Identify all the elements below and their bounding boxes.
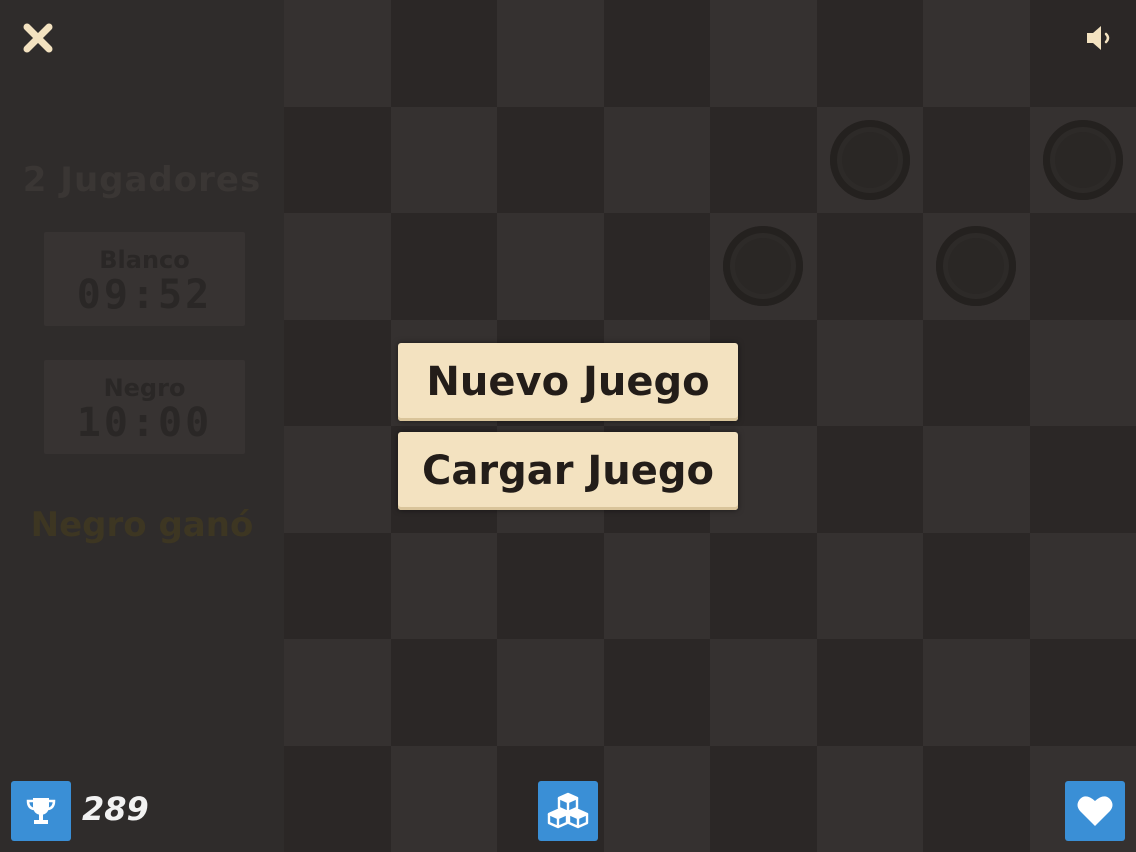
new-game-button[interactable]: Nuevo Juego [398, 343, 738, 421]
board-square[interactable] [390, 532, 497, 639]
board-square[interactable] [284, 213, 391, 320]
board-square[interactable] [603, 106, 710, 213]
board-square[interactable] [284, 745, 391, 852]
board-square[interactable] [284, 106, 391, 213]
board-square[interactable] [1029, 319, 1136, 426]
board-square[interactable] [390, 0, 497, 107]
board-square[interactable] [816, 426, 923, 533]
board-square[interactable] [923, 426, 1030, 533]
checker-piece[interactable] [1042, 119, 1123, 200]
board-square[interactable] [497, 0, 604, 107]
board-square[interactable] [710, 532, 817, 639]
white-timer-value: 09:52 [76, 272, 213, 318]
board-square[interactable] [923, 0, 1030, 107]
black-timer: Negro 10:00 [44, 360, 245, 454]
heart-icon [1077, 796, 1113, 826]
board-square[interactable] [816, 639, 923, 746]
white-timer: Blanco 09:52 [44, 232, 245, 326]
board-square[interactable] [284, 0, 391, 107]
board-square[interactable] [923, 319, 1030, 426]
board-square[interactable] [497, 213, 604, 320]
board-square[interactable] [284, 426, 391, 533]
board-square[interactable] [603, 532, 710, 639]
board-square[interactable] [603, 639, 710, 746]
board-square[interactable] [390, 106, 497, 213]
board-square[interactable] [710, 639, 817, 746]
board-square[interactable] [816, 0, 923, 107]
board-square[interactable] [1029, 213, 1136, 320]
board-square[interactable] [1029, 639, 1136, 746]
board-square[interactable] [1029, 426, 1136, 533]
left-panel: 2 Jugadores Blanco 09:52 Negro 10:00 Neg… [0, 0, 284, 852]
white-timer-label: Blanco [99, 246, 190, 274]
board-square[interactable] [1029, 532, 1136, 639]
board-square[interactable] [497, 106, 604, 213]
board-square[interactable] [923, 106, 1030, 213]
close-icon [23, 23, 53, 53]
checker-piece[interactable] [829, 119, 910, 200]
board-square[interactable] [603, 0, 710, 107]
more-games-button[interactable] [538, 781, 598, 841]
board-square[interactable] [710, 0, 817, 107]
checker-piece[interactable] [723, 226, 803, 306]
black-timer-label: Negro [103, 374, 186, 402]
checker-piece[interactable] [936, 226, 1016, 306]
trophy-icon [26, 798, 56, 824]
load-game-button[interactable]: Cargar Juego [398, 432, 738, 510]
black-timer-value: 10:00 [76, 400, 213, 446]
board-square[interactable] [710, 745, 817, 852]
board-square[interactable] [497, 639, 604, 746]
board-square[interactable] [390, 745, 497, 852]
board-square[interactable] [923, 532, 1030, 639]
board-square[interactable] [390, 639, 497, 746]
cubes-icon [547, 792, 589, 829]
board-square[interactable] [923, 639, 1030, 746]
board-square[interactable] [816, 745, 923, 852]
board-square[interactable] [390, 213, 497, 320]
close-button[interactable] [20, 20, 56, 56]
board-square[interactable] [603, 745, 710, 852]
board-square[interactable] [284, 319, 391, 426]
board-square[interactable] [816, 213, 923, 320]
checkers-board[interactable] [284, 0, 1136, 852]
score-value: 289 [82, 790, 149, 828]
board-square[interactable] [497, 532, 604, 639]
board-square[interactable] [284, 532, 391, 639]
board-square[interactable] [923, 745, 1030, 852]
favorite-button[interactable] [1065, 781, 1125, 841]
speaker-icon [1087, 26, 1110, 50]
trophy-button[interactable] [11, 781, 71, 841]
game-mode-title: 2 Jugadores [22, 160, 262, 200]
board-square[interactable] [710, 106, 817, 213]
sound-button[interactable] [1082, 20, 1118, 56]
board-square[interactable] [603, 213, 710, 320]
board-square[interactable] [816, 532, 923, 639]
board-square[interactable] [816, 319, 923, 426]
game-status: Negro ganó [30, 505, 254, 545]
board-square[interactable] [284, 639, 391, 746]
